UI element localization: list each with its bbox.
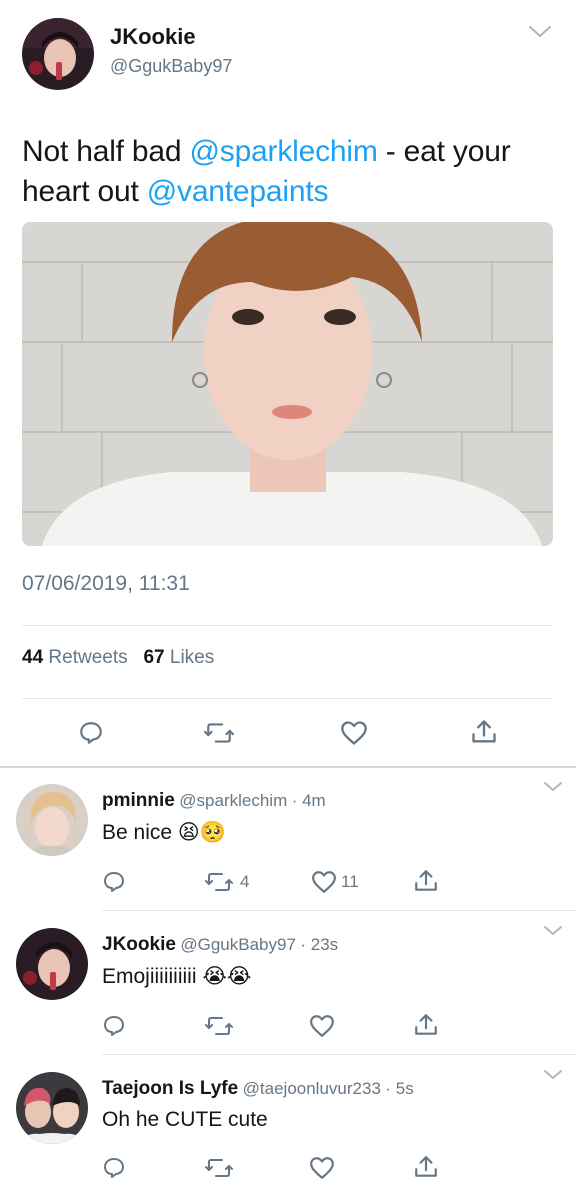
reply-avatar-jkookie[interactable] [16, 928, 88, 1000]
reply-time: · 5s [385, 1079, 414, 1098]
reply-icon[interactable] [100, 868, 128, 896]
like-icon[interactable] [308, 1154, 336, 1182]
like-icon[interactable] [308, 1012, 336, 1040]
reply-author-handle[interactable]: @sparklechim [179, 791, 287, 810]
reply-author-name[interactable]: Taejoon Is Lyfe [102, 1078, 238, 1099]
like-icon[interactable] [338, 718, 370, 748]
divider [22, 698, 553, 699]
chevron-down-icon[interactable] [540, 1066, 566, 1084]
share-icon[interactable] [468, 716, 500, 748]
tweet-text-part-1: Not half bad [22, 135, 190, 168]
like-icon[interactable] [310, 868, 338, 896]
reply-icon[interactable] [100, 1154, 128, 1182]
reply-header: JKookie @GgukBaby97 · 23s [102, 934, 338, 956]
divider [102, 1054, 576, 1055]
mention-link-sparklechim[interactable]: @sparklechim [190, 135, 378, 168]
reply-icon[interactable] [100, 1012, 128, 1040]
reply-author-name[interactable]: JKookie [102, 934, 176, 955]
author-handle[interactable]: @GgukBaby97 [110, 56, 232, 77]
author-name[interactable]: JKookie [110, 24, 196, 50]
chevron-down-icon[interactable] [540, 922, 566, 940]
section-divider [0, 766, 576, 768]
likes-label: Likes [169, 647, 215, 668]
tweet-text: Not half bad @sparklechim - eat your hea… [22, 132, 562, 212]
divider [22, 625, 553, 626]
tweet-timestamp: 07/06/2019, 11:31 [22, 572, 190, 595]
reply-time: · 23s [300, 935, 339, 954]
divider [102, 910, 576, 911]
mention-link-vantepaints[interactable]: @vantepaints [147, 175, 329, 208]
retweets-link[interactable]: 44 Retweets [22, 647, 128, 668]
retweet-icon[interactable] [204, 1154, 234, 1182]
share-icon[interactable] [412, 1152, 440, 1182]
retweets-label: Retweets [48, 647, 128, 668]
likes-link[interactable]: 67 Likes [143, 647, 214, 668]
retweet-icon[interactable] [204, 1012, 234, 1040]
reply-avatar-taejoon[interactable] [16, 1072, 88, 1144]
reply-icon[interactable] [76, 718, 106, 748]
author-avatar[interactable] [22, 18, 94, 90]
reply-text: Be nice 😫🥺 [102, 821, 226, 844]
chevron-down-icon[interactable] [540, 778, 566, 796]
reply-like-count: 11 [341, 872, 359, 891]
reply-author-handle[interactable]: @taejoonluvur233 [243, 1079, 381, 1098]
reply-author-handle[interactable]: @GgukBaby97 [180, 935, 296, 954]
retweet-count: 44 [22, 647, 44, 668]
retweet-icon[interactable] [204, 868, 234, 896]
reply-header: pminnie @sparklechim · 4m [102, 790, 326, 812]
reply-avatar-pminnie[interactable] [16, 784, 88, 856]
chevron-down-icon[interactable] [526, 20, 554, 44]
tweet-stats: 44 Retweets 67 Likes [22, 647, 214, 669]
reply-text: Emojiiiiiiiiii 😭😭 [102, 965, 252, 988]
share-icon[interactable] [412, 1010, 440, 1040]
like-count: 67 [143, 647, 165, 668]
reply-header: Taejoon Is Lyfe @taejoonluvur233 · 5s [102, 1078, 414, 1100]
reply-text: Oh he CUTE cute [102, 1108, 268, 1131]
reply-retweet-count: 4 [240, 872, 250, 891]
retweet-icon[interactable] [202, 718, 236, 748]
share-icon[interactable] [412, 866, 440, 896]
reply-author-name[interactable]: pminnie [102, 790, 175, 811]
tweet-photo[interactable] [22, 222, 553, 546]
reply-time: · 4m [291, 791, 326, 810]
